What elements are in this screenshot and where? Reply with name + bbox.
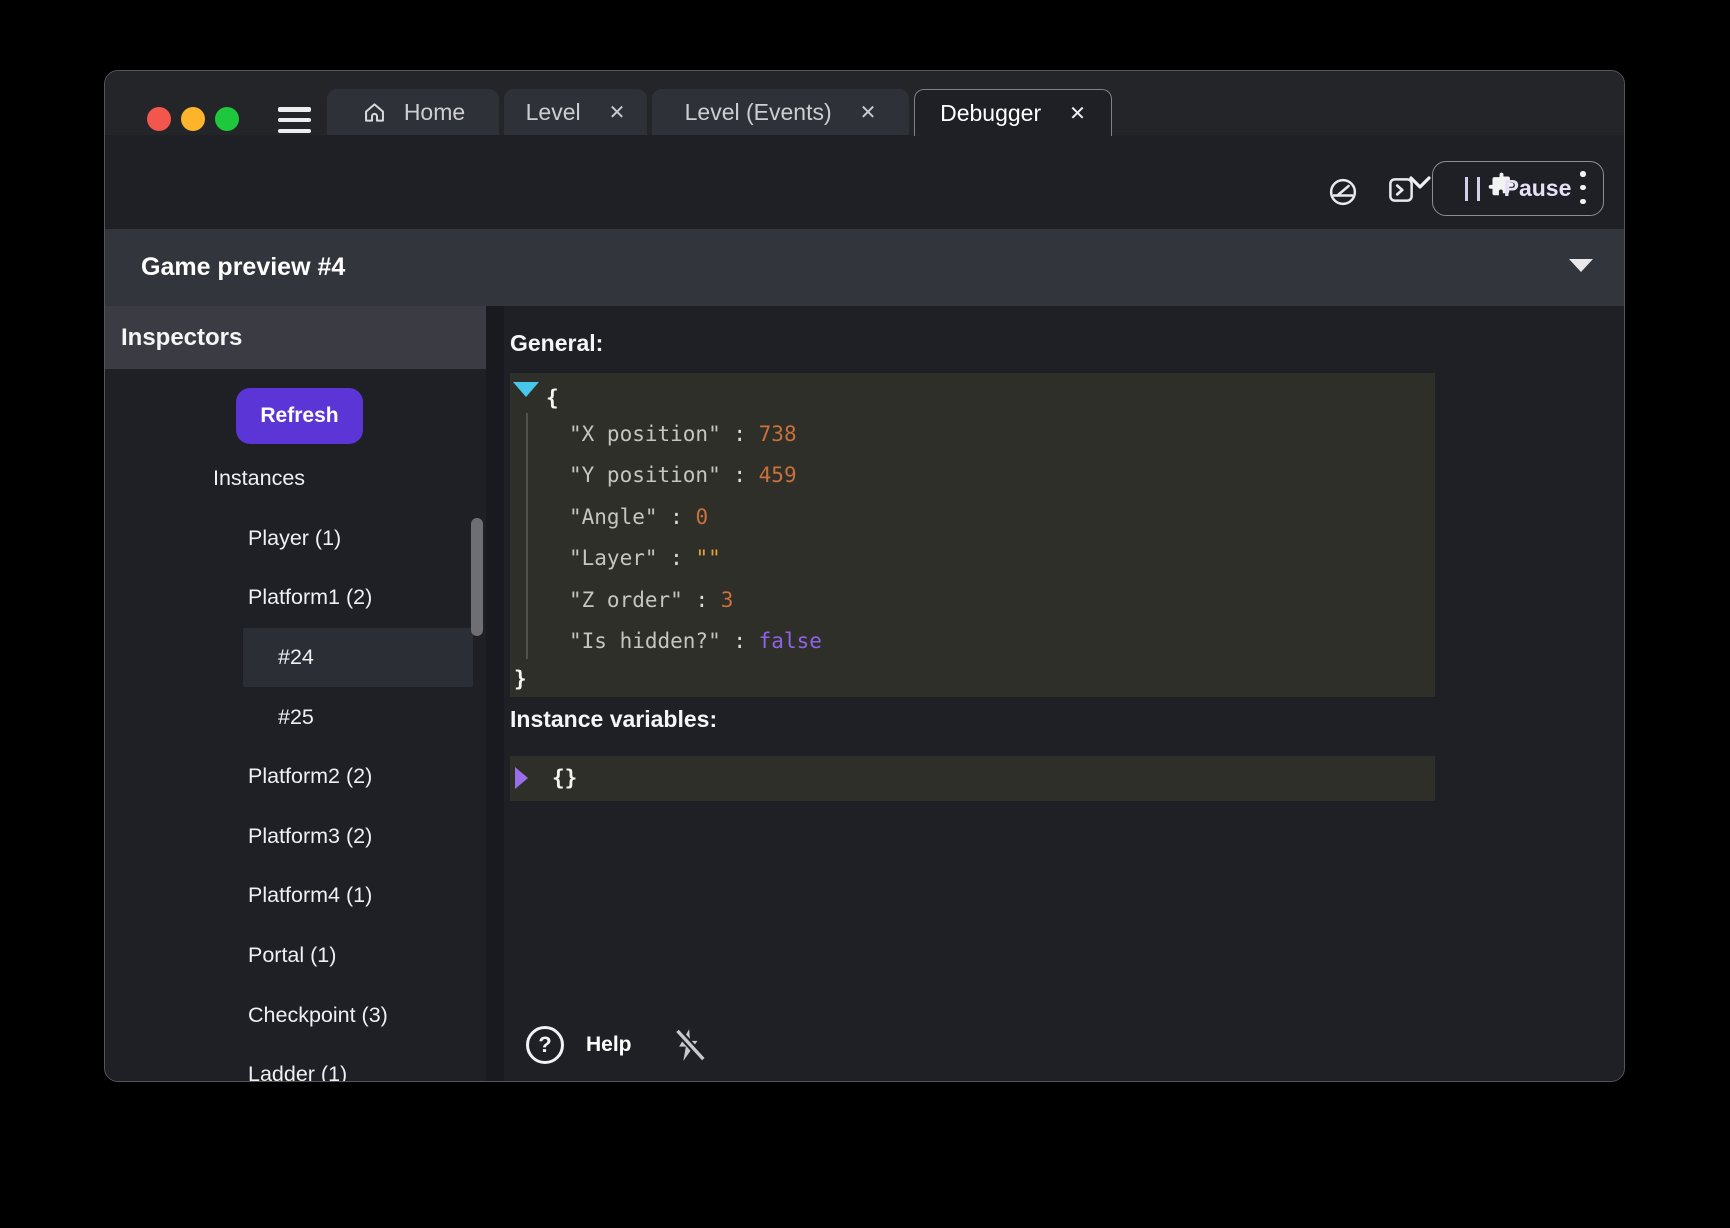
open-brace: { (546, 385, 559, 411)
sidebar-divider (486, 306, 504, 1081)
console-icon[interactable] (1386, 175, 1416, 205)
general-section-label: General: (510, 330, 603, 357)
traffic-lights (147, 107, 239, 131)
property-key: "Z order" (569, 588, 683, 612)
property-value: 738 (759, 422, 797, 446)
tree-item-portal-1[interactable]: Portal (1) (105, 926, 486, 986)
tab-label: Level (526, 99, 581, 126)
tree-item-ladder-1[interactable]: Ladder (1) (105, 1045, 486, 1082)
minimize-window-button[interactable] (181, 107, 205, 131)
collapse-arrow-icon[interactable] (513, 382, 539, 397)
property-row[interactable]: "Angle" : 0 (569, 497, 822, 538)
close-icon[interactable]: ✕ (609, 100, 626, 125)
sidebar-scrollbar-thumb[interactable] (471, 518, 483, 636)
property-separator: : (658, 546, 696, 570)
tree-item-checkpoint-3[interactable]: Checkpoint (3) (105, 985, 486, 1045)
property-value: "" (695, 546, 720, 570)
property-key: "Y position" (569, 463, 721, 487)
property-row[interactable]: "Z order" : 3 (569, 580, 822, 621)
title-tab-bar: Home Level ✕ Level (Events) ✕ Debugger ✕ (105, 71, 1624, 135)
tree-item-platform2-2[interactable]: Platform2 (2) (105, 747, 486, 807)
tab-label: Debugger (940, 100, 1041, 127)
property-row[interactable]: "X position" : 738 (569, 414, 822, 455)
tree-item-label: #25 (278, 705, 314, 730)
tree-item-label: Platform4 (1) (248, 883, 372, 908)
dropdown-caret-icon (1569, 259, 1593, 272)
close-icon[interactable]: ✕ (860, 100, 877, 125)
property-separator: : (721, 463, 759, 487)
instances-tree: Instances Player (1) Platform1 (2) #24 #25 Pl… (105, 449, 486, 1082)
help-icon: ? (526, 1026, 564, 1064)
zoom-window-button[interactable] (215, 107, 239, 131)
flash-off-icon[interactable] (670, 1025, 710, 1065)
tree-item-label: Platform1 (2) (248, 585, 372, 610)
inspectors-header: Inspectors (105, 306, 486, 369)
app-window: Home Level ✕ Level (Events) ✕ Debugger ✕ (104, 70, 1625, 1082)
tree-item-player-1[interactable]: Player (1) (105, 509, 486, 569)
home-icon (361, 99, 388, 126)
tree-item-platform4-1[interactable]: Platform4 (1) (105, 866, 486, 926)
tree-item-platform3-2[interactable]: Platform3 (2) (105, 807, 486, 867)
property-separator: : (658, 505, 696, 529)
tree-item-label: Portal (1) (248, 943, 336, 968)
game-preview-selector[interactable]: Game preview #4 (105, 229, 1624, 306)
general-properties-json: { "X position" : 738"Y position" : 459"A… (510, 373, 1435, 697)
inspectors-title: Inspectors (121, 306, 242, 369)
tab-level-events[interactable]: Level (Events) ✕ (652, 89, 909, 135)
property-value: 459 (759, 463, 797, 487)
pause-icon (1465, 177, 1480, 201)
tab-label: Home (404, 99, 465, 126)
footer-row: ? Help (526, 1024, 710, 1066)
pause-button[interactable]: Pause (1432, 161, 1604, 216)
close-brace: } (514, 666, 527, 692)
property-value: 0 (695, 505, 708, 529)
profiler-gauge-icon[interactable] (1328, 177, 1358, 207)
instance-variables-json[interactable]: {} (510, 756, 1435, 801)
tree-item-label: Platform3 (2) (248, 824, 372, 849)
tab-label: Level (Events) (685, 99, 832, 126)
tab-debugger[interactable]: Debugger ✕ (914, 89, 1112, 136)
close-window-button[interactable] (147, 107, 171, 131)
tab-strip: Home Level ✕ Level (Events) ✕ Debugger ✕ (327, 89, 1112, 135)
instance-variables-label: Instance variables: (510, 706, 717, 733)
hamburger-menu-icon[interactable] (278, 107, 311, 133)
pause-button-label: Pause (1504, 175, 1572, 202)
property-key: "Layer" (569, 546, 658, 570)
property-value: 3 (721, 588, 734, 612)
tree-item-24[interactable]: #24 (105, 628, 486, 688)
property-separator: : (721, 422, 759, 446)
inspectors-sidebar: Inspectors Refresh Instances Player (1) Pl… (105, 306, 486, 1081)
expand-arrow-icon[interactable] (515, 767, 528, 789)
tab-home[interactable]: Home (327, 89, 499, 135)
property-row[interactable]: "Y position" : 459 (569, 455, 822, 496)
game-preview-label: Game preview #4 (141, 229, 345, 306)
tree-item-label: Ladder (1) (248, 1062, 347, 1082)
close-icon[interactable]: ✕ (1069, 101, 1086, 126)
property-key: "Angle" (569, 505, 658, 529)
help-button-label: Help (586, 1033, 632, 1057)
refresh-button[interactable]: Refresh (236, 388, 363, 444)
tree-guide-line (526, 413, 528, 659)
tree-item-label: Checkpoint (3) (248, 1003, 388, 1028)
property-separator: : (721, 629, 759, 653)
instance-variables-value: {} (552, 765, 577, 791)
property-row[interactable]: "Layer" : "" (569, 538, 822, 579)
tree-item-25[interactable]: #25 (105, 687, 486, 747)
tree-item-label: #24 (278, 645, 314, 670)
help-button[interactable]: ? Help (526, 1026, 632, 1064)
property-separator: : (683, 588, 721, 612)
property-list: "X position" : 738"Y position" : 459"Ang… (569, 414, 822, 662)
inspector-panel: General: { "X position" : 738"Y position… (504, 306, 1624, 1081)
tree-item-label: Player (1) (248, 526, 341, 551)
tree-item-platform1-2[interactable]: Platform1 (2) (105, 568, 486, 628)
tree-item-instances[interactable]: Instances (105, 449, 486, 509)
property-row[interactable]: "Is hidden?" : false (569, 621, 822, 662)
tree-item-label: Instances (213, 466, 305, 491)
property-key: "Is hidden?" (569, 629, 721, 653)
property-key: "X position" (569, 422, 721, 446)
property-value: false (759, 629, 822, 653)
tree-item-label: Platform2 (2) (248, 764, 372, 789)
tab-level[interactable]: Level ✕ (504, 89, 647, 135)
